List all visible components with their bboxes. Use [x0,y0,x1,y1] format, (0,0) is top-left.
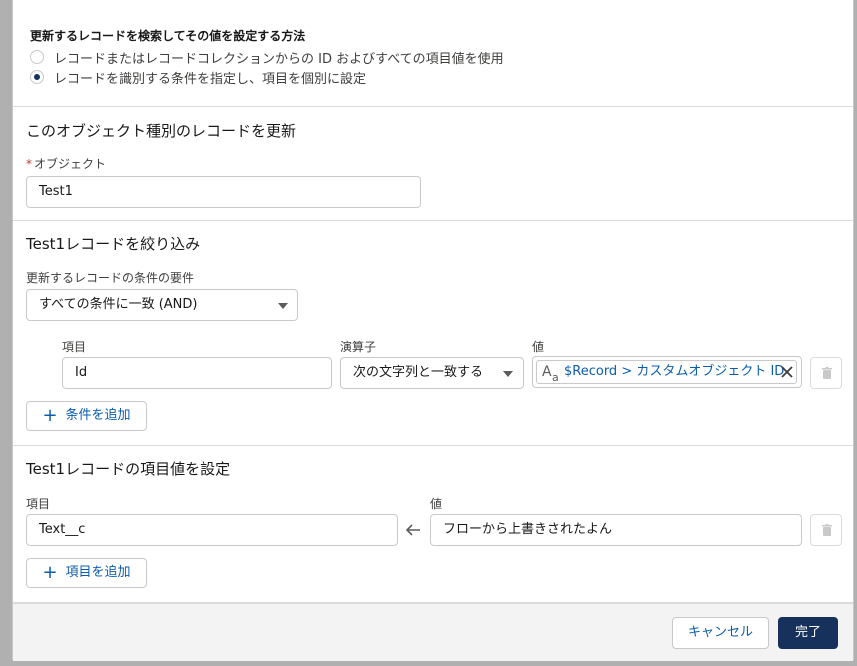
object-field-label: * オブジェクト [26,157,107,171]
condition-value-input[interactable]: A a $Record > カスタムオブジェクト ID [532,356,802,388]
add-icon: + [42,405,58,426]
chevron-down-icon [278,303,288,309]
condition-operator-value: 次の文字列と一致する [353,365,484,380]
modal-footer: キャンセル 完了 [13,603,853,661]
condition-requirement-label: 更新するレコードの条件の要件 [26,271,195,285]
cancel-button[interactable]: キャンセル [672,617,769,649]
add-icon: + [42,562,58,583]
radio-button-checked[interactable] [30,70,44,84]
update-records-modal: 更新するレコードを検索してその値を設定する方法 レコードまたはレコードコレクショ… [12,0,854,661]
object-section: このオブジェクト種別のレコードを更新 * オブジェクト Test1 [13,107,853,221]
trash-icon [822,524,832,536]
value-column-header: 値 [532,340,545,354]
radio-button-unchecked[interactable] [30,50,44,64]
set-field-column-header: 項目 [26,497,51,511]
operator-column-header: 演算子 [340,340,377,354]
add-field-button[interactable]: + 項目を追加 [26,558,147,588]
object-input[interactable]: Test1 [26,176,421,208]
set-value-column-header: 値 [430,497,443,511]
set-field-input[interactable]: Text__c [26,514,398,546]
radio-label: レコードまたはレコードコレクションからの ID およびすべての項目値を使用 [54,52,504,67]
svg-text:A: A [542,364,552,380]
arrow-left-icon [405,524,420,536]
object-section-title: このオブジェクト種別のレコードを更新 [26,122,297,140]
find-method-title: 更新するレコードを検索してその値を設定する方法 [30,29,306,43]
condition-field-input[interactable]: Id [62,357,332,389]
trash-icon [822,367,832,379]
set-values-section-title: Test1レコードの項目値を設定 [26,460,231,478]
condition-requirement-select[interactable]: すべての条件に一致 (AND) [26,289,298,321]
chevron-down-icon [503,371,513,377]
close-icon[interactable] [781,366,793,378]
set-value-input[interactable]: フローから上書きされたよん [430,514,802,546]
delete-assignment-button[interactable] [810,514,842,546]
resource-pill-label: $Record > カスタムオブジェクト ID [564,364,785,379]
delete-condition-button[interactable] [810,357,842,389]
condition-operator-select[interactable]: 次の文字列と一致する [340,357,524,389]
find-method-section: 更新するレコードを検索してその値を設定する方法 レコードまたはレコードコレクショ… [13,0,853,107]
required-marker: * [26,157,32,171]
filter-section-title: Test1レコードを絞り込み [26,235,201,253]
text-type-icon: A a [542,364,559,383]
field-column-header: 項目 [62,340,87,354]
resource-pill[interactable]: A a $Record > カスタムオブジェクト ID [536,360,797,384]
done-button[interactable]: 完了 [778,617,838,649]
svg-text:a: a [552,371,559,383]
condition-requirement-value: すべての条件に一致 (AND) [39,297,198,312]
add-condition-button[interactable]: + 条件を追加 [26,401,147,431]
radio-label: レコードを識別する条件を指定し、項目を個別に設定 [54,72,367,87]
